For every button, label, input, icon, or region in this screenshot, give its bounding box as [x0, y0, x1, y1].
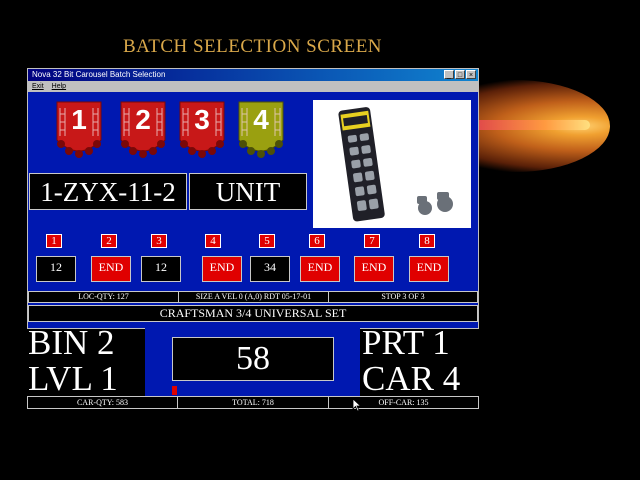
stop-3-value[interactable]: 12	[141, 256, 181, 282]
window-title: Nova 32 Bit Carousel Batch Selection	[32, 70, 166, 79]
carousel-batch-window: Nova 32 Bit Carousel Batch Selection _ □…	[27, 68, 479, 329]
stop-4-number[interactable]: 4	[205, 234, 221, 248]
carousel-1-button[interactable]: 1	[53, 100, 105, 162]
stop-7-value[interactable]: END	[354, 256, 394, 282]
carousel-number: 1	[71, 104, 87, 135]
level-label: LVL 1	[28, 359, 118, 398]
mouse-pointer-icon	[352, 398, 362, 412]
carousel-number: 3	[194, 104, 210, 135]
maximize-button[interactable]: □	[455, 70, 465, 79]
stop-6-value[interactable]: END	[300, 256, 340, 282]
stop-progress: STOP 3 OF 3	[329, 292, 477, 302]
stop-4-value[interactable]: END	[202, 256, 242, 282]
quantity-status-bar: CAR-QTY: 583 TOTAL: 718 OFF-CAR: 135	[27, 396, 479, 409]
location-status-bar: LOC-QTY: 127 SIZE A VEL 0 (A,0) RDT 05-1…	[28, 291, 478, 303]
stop-2-number[interactable]: 2	[101, 234, 117, 248]
carousel-number: 2	[135, 104, 151, 135]
minimize-button[interactable]: _	[444, 70, 454, 79]
unit-display: UNIT	[189, 173, 307, 210]
product-photo	[313, 100, 471, 228]
menubar: Exit Help	[28, 81, 478, 92]
size-velocity-info: SIZE A VEL 0 (A,0) RDT 05-17-01	[179, 292, 329, 302]
stop-1-value[interactable]: 12	[36, 256, 76, 282]
stop-6-number[interactable]: 6	[309, 234, 325, 248]
window-titlebar[interactable]: Nova 32 Bit Carousel Batch Selection _ □…	[28, 69, 478, 81]
slide-title: BATCH SELECTION SCREEN	[122, 36, 383, 57]
menu-help[interactable]: Help	[52, 81, 66, 92]
pick-count-display: 58	[172, 337, 334, 381]
car-qty: CAR-QTY: 583	[28, 397, 178, 408]
close-button[interactable]: ×	[466, 70, 476, 79]
part-position-label: PRT 1	[362, 323, 450, 362]
carousel-label: CAR 4	[362, 359, 461, 398]
stop-3-number[interactable]: 3	[151, 234, 167, 248]
red-marker	[172, 386, 177, 395]
carousel-3-button[interactable]: 3	[176, 100, 228, 162]
stop-2-value[interactable]: END	[91, 256, 131, 282]
carousel-2-button[interactable]: 2	[117, 100, 169, 162]
loc-qty: LOC-QTY: 127	[29, 292, 179, 302]
stop-5-value[interactable]: 34	[250, 256, 290, 282]
total-qty: TOTAL: 718	[178, 397, 329, 408]
carousel-number: 4	[253, 104, 269, 135]
stop-5-number[interactable]: 5	[259, 234, 275, 248]
bin-label: BIN 2	[28, 323, 115, 362]
part-number-display: 1-ZYX-11-2	[29, 173, 187, 210]
stop-1-number[interactable]: 1	[46, 234, 62, 248]
part-description: CRAFTSMAN 3/4 UNIVERSAL SET	[28, 305, 478, 322]
stop-8-number[interactable]: 8	[419, 234, 435, 248]
carousel-4-button[interactable]: 4	[235, 100, 287, 162]
stop-7-number[interactable]: 7	[364, 234, 380, 248]
stop-8-value[interactable]: END	[409, 256, 449, 282]
menu-exit[interactable]: Exit	[32, 81, 44, 92]
